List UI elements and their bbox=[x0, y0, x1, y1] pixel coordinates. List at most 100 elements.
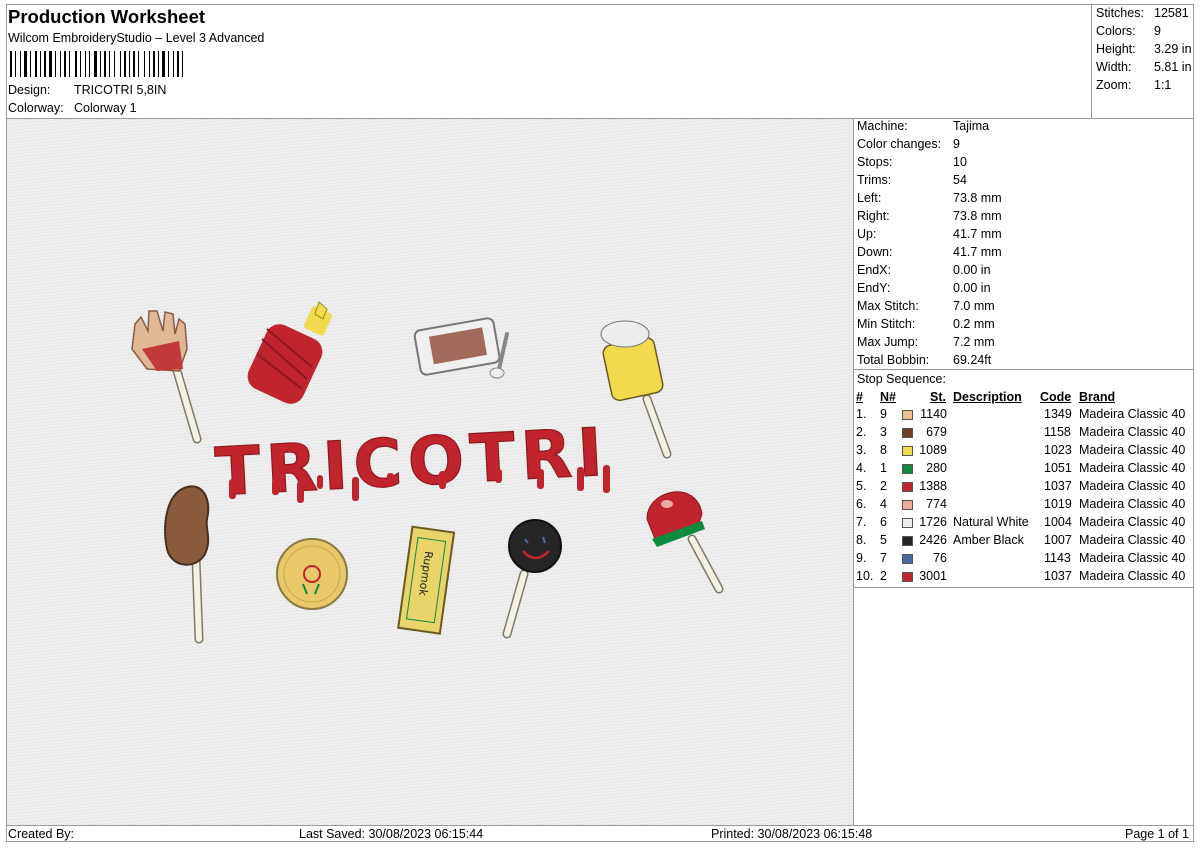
info-value: 9 bbox=[953, 137, 960, 151]
printed-date: Printed: 30/08/2023 06:15:48 bbox=[711, 827, 873, 841]
color-swatch bbox=[902, 500, 913, 510]
thread-brand: Madeira Classic 40 bbox=[1079, 569, 1186, 583]
stitch-count: 1089 bbox=[919, 443, 947, 457]
info-label: Trims: bbox=[857, 173, 892, 187]
table-divider bbox=[854, 587, 1194, 588]
col-header-brand: Brand bbox=[1079, 390, 1116, 404]
color-swatch bbox=[902, 482, 913, 492]
color-swatch bbox=[902, 446, 913, 456]
needle-number: 2 bbox=[880, 569, 887, 583]
cheese-lollipop-icon bbox=[600, 320, 672, 459]
stitch-count: 1388 bbox=[919, 479, 947, 493]
width-value: 5.81 in bbox=[1154, 60, 1192, 74]
design-preview: TRICOTRI Rupmok bbox=[7, 119, 853, 825]
watermelon-lollipop-icon bbox=[646, 491, 724, 594]
thread-brand: Madeira Classic 40 bbox=[1079, 515, 1186, 529]
colorway-row: Colorway: Colorway 1 bbox=[8, 101, 137, 115]
info-value: 54 bbox=[953, 173, 967, 187]
info-label: Max Stitch: bbox=[857, 299, 919, 313]
needle-number: 6 bbox=[880, 515, 887, 529]
color-code: 1019 bbox=[1044, 497, 1072, 511]
color-description: Natural White bbox=[953, 515, 1029, 529]
col-header-st: St. bbox=[930, 390, 946, 404]
thread-brand: Madeira Classic 40 bbox=[1079, 461, 1186, 475]
stitch-count: 76 bbox=[933, 551, 947, 565]
barcode bbox=[10, 51, 183, 77]
created-by: Created By: bbox=[8, 827, 75, 841]
colorway-label: Colorway: bbox=[8, 101, 64, 115]
design-title-text: TRICOTRI bbox=[213, 414, 610, 511]
chocolate-lollipop-icon bbox=[164, 485, 210, 644]
row-index: 7. bbox=[856, 515, 867, 529]
rose-candy-icon bbox=[276, 538, 348, 610]
stitch-count: 2426 bbox=[919, 533, 947, 547]
color-code: 1158 bbox=[1044, 425, 1071, 439]
table-row: 3. 8 1089 1023 Madeira Classic 40 bbox=[854, 443, 1194, 461]
thread-brand: Madeira Classic 40 bbox=[1079, 533, 1186, 547]
row-index: 10. bbox=[856, 569, 874, 583]
info-label: EndX: bbox=[857, 263, 892, 277]
table-row: 2. 3 679 1158 Madeira Classic 40 bbox=[854, 425, 1194, 443]
info-value: 7.2 mm bbox=[953, 335, 995, 349]
height-label: Height: bbox=[1096, 42, 1136, 56]
height-value: 3.29 in bbox=[1154, 42, 1192, 56]
color-code: 1037 bbox=[1044, 569, 1072, 583]
info-label: Max Jump: bbox=[857, 335, 919, 349]
stitch-count: 679 bbox=[926, 425, 947, 439]
last-saved: Last Saved: 30/08/2023 06:15:44 bbox=[299, 827, 484, 841]
info-label: Machine: bbox=[857, 119, 908, 133]
col-header-code: Code bbox=[1040, 390, 1072, 404]
footer-divider bbox=[6, 825, 1194, 826]
stitches-value: 12581 bbox=[1154, 6, 1189, 20]
info-label: Down: bbox=[857, 245, 893, 259]
stitches-label: Stitches: bbox=[1096, 6, 1144, 20]
stitch-count: 1726 bbox=[919, 515, 947, 529]
needle-number: 9 bbox=[880, 407, 887, 421]
summary-panel: Stitches: 12581 Colors: 9 Height: 3.29 in W… bbox=[1091, 4, 1194, 118]
color-swatch bbox=[902, 518, 913, 528]
stop-sequence-title: Stop Sequence: bbox=[857, 372, 946, 386]
info-label: Color changes: bbox=[857, 137, 942, 151]
needle-number: 3 bbox=[880, 425, 887, 439]
info-value: 0.00 in bbox=[953, 263, 991, 277]
thread-brand: Madeira Classic 40 bbox=[1079, 551, 1186, 565]
software-name: Wilcom EmbroideryStudio – Level 3 Advanc… bbox=[8, 31, 265, 45]
needle-number: 1 bbox=[880, 461, 887, 475]
zoom-label: Zoom: bbox=[1096, 78, 1132, 92]
row-index: 3. bbox=[856, 443, 867, 457]
color-swatch bbox=[902, 410, 913, 420]
row-index: 9. bbox=[856, 551, 867, 565]
info-label: Right: bbox=[857, 209, 890, 223]
page-title: Production Worksheet bbox=[8, 6, 206, 27]
table-row: 8. 5 2426 Amber Black 1007 Madeira Classic 40 bbox=[854, 533, 1194, 551]
red-bottle-icon bbox=[247, 301, 333, 404]
stitch-count: 280 bbox=[926, 461, 947, 475]
info-label: Up: bbox=[857, 227, 877, 241]
col-header-description: Description bbox=[953, 390, 1022, 404]
stitch-count: 3001 bbox=[919, 569, 947, 583]
needle-number: 8 bbox=[880, 443, 887, 457]
info-divider bbox=[854, 369, 1194, 370]
col-header-n: N# bbox=[880, 390, 896, 404]
design-value: TRICOTRI 5,8IN bbox=[74, 83, 167, 97]
row-index: 2. bbox=[856, 425, 867, 439]
color-code: 1349 bbox=[1044, 407, 1072, 421]
design-row: Design: TRICOTRI 5,8IN bbox=[8, 83, 166, 97]
color-code: 1037 bbox=[1044, 479, 1072, 493]
table-row: 5. 2 1388 1037 Madeira Classic 40 bbox=[854, 479, 1194, 497]
color-swatch bbox=[902, 536, 913, 546]
thread-brand: Madeira Classic 40 bbox=[1079, 407, 1186, 421]
color-description: Amber Black bbox=[953, 533, 1024, 547]
color-swatch bbox=[902, 572, 913, 582]
info-value: 10 bbox=[953, 155, 967, 169]
info-value: 0.2 mm bbox=[953, 317, 995, 331]
stitch-count: 774 bbox=[926, 497, 947, 511]
info-value: 69.24ft bbox=[953, 353, 992, 367]
thread-brand: Madeira Classic 40 bbox=[1079, 425, 1186, 439]
page-number: Page 1 of 1 bbox=[1125, 827, 1189, 841]
color-swatch bbox=[902, 428, 913, 438]
colorway-value: Colorway 1 bbox=[74, 101, 137, 115]
info-value: 41.7 mm bbox=[953, 245, 1002, 259]
row-index: 6. bbox=[856, 497, 867, 511]
info-value: 73.8 mm bbox=[953, 191, 1002, 205]
